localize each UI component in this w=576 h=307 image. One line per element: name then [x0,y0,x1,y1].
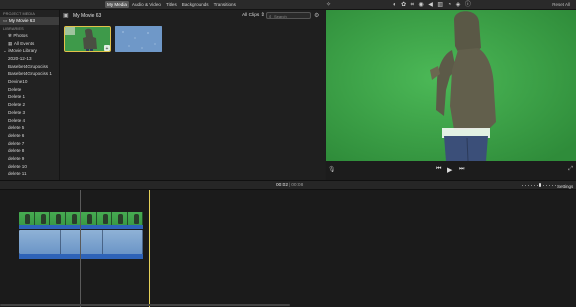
viewer-controls: 🎙 ⏮ ▶ ⏭ ⤢ [326,166,576,176]
timecode-display: 00:02|00:08 [276,183,303,188]
tab-backgrounds[interactable]: Backgrounds [180,1,211,8]
photos-icon: ✾ [8,32,12,38]
chevron-down-icon[interactable]: ⌄ [3,48,7,53]
info-icon[interactable]: ⓘ [465,2,471,9]
search-input[interactable] [274,13,310,19]
filmstrip-frame [112,212,128,225]
stabilization-icon[interactable]: ◉ [419,2,424,9]
sidebar-event[interactable]: Delete 4 [0,116,59,124]
skip-back-icon[interactable]: ⏮ [436,166,441,173]
clip-thumbnail-green-screen[interactable]: + [64,26,111,52]
timeline-audio-track[interactable] [19,225,143,229]
sidebar-item-project[interactable]: ▭ My Movie 63 [0,17,59,25]
color-balance-icon[interactable]: ◐ [393,2,397,9]
tab-titles[interactable]: Titles [164,1,179,8]
timeline-background-clip[interactable] [19,230,143,254]
filmstrip-frame [34,212,50,225]
volume-icon[interactable]: ◀ [428,2,433,9]
filmstrip-frame [127,212,143,225]
timeline-header: 00:02|00:08 Settings [0,180,576,190]
color-correction-icon[interactable]: ✿ [401,2,406,9]
media-browser: ▣ My Movie 63 All Clips ⇕ ⌕ ⚙ + [60,10,325,180]
skip-forward-icon[interactable]: ⏭ [459,166,464,173]
browser-title: My Movie 63 [73,13,102,19]
enhance-wand-icon[interactable]: ✧ [326,1,331,8]
sidebar-event[interactable]: 2020-12-13 [0,55,59,63]
skimmer-line [80,190,81,307]
settings-button[interactable]: Settings [557,184,573,189]
sidebar-item-label: My Movie 63 [8,18,35,24]
sidebar-event[interactable]: Basebet4Grupociss [0,62,59,70]
viewer: 🎙 ⏮ ▶ ⏭ ⤢ [326,10,576,180]
add-clip-badge[interactable]: + [106,46,109,52]
filmstrip-frame [96,212,112,225]
sidebar-event[interactable]: delete 11 [0,170,59,178]
media-tabs: My Media Audio & Video Titles Background… [105,1,238,8]
adjustment-toolbar: ◐ ✿ ⌗ ◉ ◀ ▥ ◔ ◈ ⓘ [393,2,471,9]
tab-audio-video[interactable]: Audio & Video [130,1,163,8]
sidebar-event[interactable]: Delete [0,86,59,94]
browser-toolbar: ▣ My Movie 63 All Clips ⇕ ⌕ ⚙ [60,10,325,21]
play-icon[interactable]: ▶ [447,166,452,174]
search-icon: ⌕ [269,13,272,19]
clip-thumbnail-image: + [65,27,110,52]
zoom-slider-knob[interactable] [539,183,541,187]
sidebar-toggle-icon[interactable]: ▣ [63,12,69,19]
clip-thumbnail-image [115,26,162,52]
reset-all-button[interactable]: Reset All [552,2,570,7]
sidebar-item-label: iMovie Library [8,48,37,54]
events-icon: ▦ [8,40,13,46]
sidebar-item-library[interactable]: ⌄ iMovie Library [0,47,59,55]
clip-thumbnail-sky[interactable] [115,26,162,52]
noise-reduction-icon[interactable]: ▥ [437,2,443,9]
microphone-icon[interactable]: 🎙 [328,166,336,173]
filmstrip-frame [61,230,103,254]
fullscreen-icon[interactable]: ⤢ [568,166,573,173]
sidebar-event[interactable]: delete 10 [0,162,59,170]
sidebar-event[interactable]: delete 5 [0,124,59,132]
filmstrip-frame [65,212,81,225]
top-toolbar: My Media Audio & Video Titles Background… [0,0,576,10]
filmstrip-frame [50,212,66,225]
libraries-header: LIBRARIES [3,26,24,31]
sidebar: PROJECT MEDIA ▭ My Movie 63 LIBRARIES ✾ Ph… [0,10,60,180]
horizontal-scrollbar[interactable] [0,304,290,306]
sidebar-event[interactable]: delete 9 [0,155,59,163]
sidebar-item-photos[interactable]: ✾ Photos [0,32,59,40]
video-preview[interactable] [326,10,576,161]
tab-my-media[interactable]: My Media [105,1,129,8]
sidebar-event[interactable]: Delete 2 [0,101,59,109]
timeline-video-clip[interactable] [19,212,143,225]
clip-filter-dropdown[interactable]: All Clips ⇕ [242,13,265,18]
filmstrip-frame [19,230,61,254]
sidebar-event[interactable]: delete 7 [0,139,59,147]
tab-transitions[interactable]: Transitions [212,1,238,8]
sidebar-item-all-events[interactable]: ▦ All Events [0,39,59,47]
sidebar-item-label: All Events [13,40,35,46]
sidebar-event[interactable]: Delete 3 [0,109,59,117]
sidebar-event[interactable]: delete 6 [0,132,59,140]
crop-icon[interactable]: ⌗ [411,2,414,9]
timeline-audio-track[interactable] [19,254,143,259]
sidebar-event[interactable]: Basebet4Grupociss 1 [0,70,59,78]
video-frame-image [326,10,576,161]
sidebar-event[interactable]: Delete 1 [0,93,59,101]
film-icon: ▭ [3,18,8,24]
speed-icon[interactable]: ◔ [448,2,452,9]
playhead[interactable] [149,190,150,307]
sidebar-event[interactable]: delete 8 [0,147,59,155]
filter-icon[interactable]: ◈ [456,2,461,9]
timeline[interactable] [0,190,576,307]
current-time: 00:02 [276,183,289,188]
sidebar-item-label: Photos [13,32,28,38]
total-duration: 00:08 [291,183,304,188]
filmstrip-frame [103,230,143,254]
search-field[interactable]: ⌕ [266,12,311,19]
sidebar-event[interactable]: Devine10 [0,78,59,86]
project-media-header: PROJECT MEDIA [3,12,36,16]
filmstrip-frame [19,212,35,225]
filmstrip-frame [81,212,97,225]
gear-icon[interactable]: ⚙ [314,12,319,19]
